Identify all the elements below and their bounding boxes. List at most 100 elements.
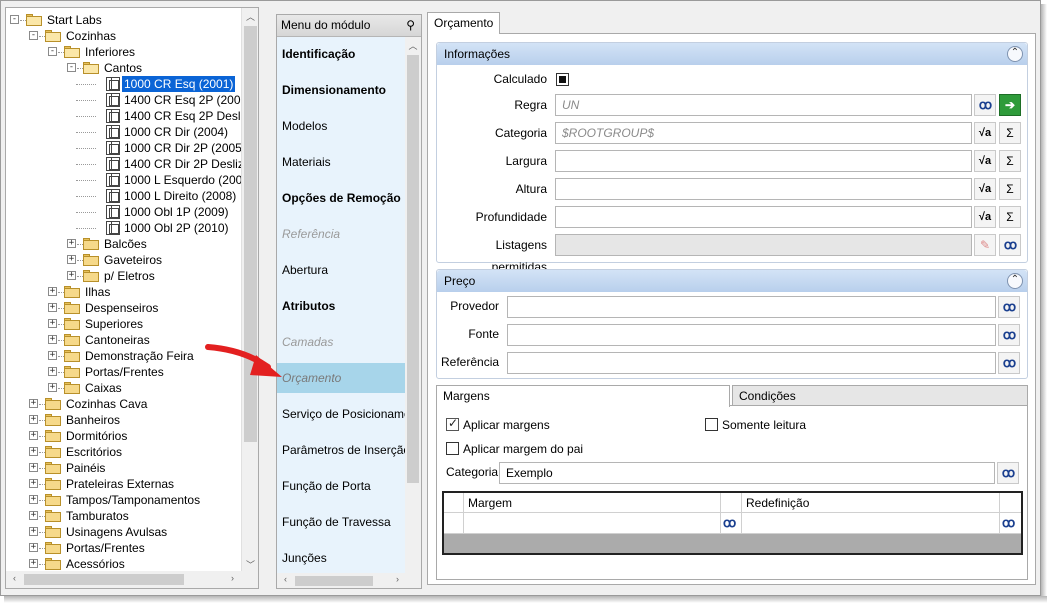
tree-vertical-scrollbar[interactable]: ︿ ﹀ [241,8,258,572]
menu-item[interactable]: Opções de Remoção [277,183,405,213]
tree-item-label[interactable]: 1400 CR Esq 2P Desliza [122,108,258,124]
tree-folder[interactable]: - Start Labs [6,12,242,28]
tab-margens[interactable]: Margens [436,385,730,407]
pin-icon[interactable]: ⚲ [406,15,415,36]
menu-item[interactable]: Função de Porta [277,471,405,501]
tree-item-label[interactable]: Tamburatos [64,508,131,524]
tree-item-label[interactable]: Start Labs [45,12,104,28]
provedor-field[interactable] [507,296,996,318]
referencia-field[interactable] [507,352,996,374]
formula-icon[interactable]: √a [974,122,996,144]
tab-orcamento[interactable]: Orçamento [427,12,501,34]
tree-item[interactable]: 1000 CR Dir 2P (2005) [6,140,246,156]
menu-vertical-scrollbar[interactable]: ︿ [405,37,421,573]
search-binoculars-icon[interactable]: ꝏ [974,94,996,116]
tree-item-label[interactable]: Cantos [102,60,144,76]
menu-item[interactable]: Modelos [277,111,405,141]
scroll-up-icon[interactable]: ︿ [405,39,421,52]
collapse-icon[interactable]: ⌃ [1007,46,1023,62]
fonte-field[interactable] [507,324,996,346]
scroll-left-icon[interactable]: ‹ [6,573,23,583]
expand-node-icon[interactable]: + [48,351,57,360]
tree-item-label[interactable]: Balcões [102,236,149,252]
tree-horizontal-scroll-thumb[interactable] [24,574,184,585]
tree-folder[interactable]: + Prateleiras Externas [6,476,242,492]
aplicar-margens-label[interactable]: Aplicar margens [463,418,550,432]
menu-item[interactable]: Orçamento [277,363,405,393]
expand-node-icon[interactable]: + [29,399,38,408]
tree-item-label[interactable]: 1000 CR Esq (2001) [122,76,236,92]
informacoes-header[interactable]: Informações ⌃ [437,43,1027,65]
menu-item[interactable]: Abertura [277,255,405,285]
tree-item-label[interactable]: Gaveteiros [102,252,164,268]
tree-item-label[interactable]: Cozinhas Cava [64,396,149,412]
tree-folder[interactable]: + Escritórios [6,444,242,460]
profundidade-field[interactable] [555,206,972,228]
formula-icon[interactable]: √a [974,178,996,200]
expand-node-icon[interactable]: + [29,495,38,504]
expand-node-icon[interactable]: + [29,431,38,440]
sigma-icon[interactable]: Σ [999,178,1021,200]
expand-node-icon[interactable]: + [48,367,57,376]
tree-folder[interactable]: + Tamburatos [6,508,242,524]
tree-folder[interactable]: + Balcões [6,236,242,252]
tree-item-label[interactable]: 1000 Obl 1P (2009) [122,204,231,220]
tree-folder[interactable]: - Cozinhas [6,28,242,44]
tree-folder[interactable]: + Acessórios [6,556,242,572]
scroll-left-icon[interactable]: ‹ [277,574,294,584]
tree-item-label[interactable]: Usinagens Avulsas [64,524,169,540]
expand-node-icon[interactable]: + [48,335,57,344]
expand-node-icon[interactable]: + [48,383,57,392]
menu-item[interactable]: Dimensionamento [277,75,405,105]
tree-item-label[interactable]: p/ Eletros [102,268,157,284]
tree-item[interactable]: 1000 L Esquerdo (2007) [6,172,253,188]
tree-item-label[interactable]: 1400 CR Esq 2P (2002) [122,92,253,108]
search-binoculars-icon[interactable]: ꝏ [999,234,1021,256]
search-binoculars-icon[interactable]: ꝏ [721,513,742,533]
tree-item[interactable]: 1000 CR Esq (2001) [6,76,242,92]
menu-item[interactable]: Função de Travessa [277,507,405,537]
search-binoculars-icon[interactable]: ꝏ [998,324,1020,346]
tree-folder[interactable]: + Cozinhas Cava [6,396,242,412]
expand-node-icon[interactable]: + [29,463,38,472]
tree-folder[interactable]: + Dormitórios [6,428,242,444]
tree-folder[interactable]: - Inferiores [6,44,242,60]
menu-item[interactable]: Parâmetros de Inserção [277,435,405,465]
margem-cell[interactable] [464,513,721,533]
tree-folder[interactable]: + Caixas [6,380,242,396]
col-redefinicao-header[interactable]: Redefinição [742,493,1000,512]
tree-item-label[interactable]: 1000 Obl 2P (2010) [122,220,231,236]
tree-item-label[interactable]: 1000 CR Dir (2004) [122,124,230,140]
collapse-node-icon[interactable]: - [48,47,57,56]
formula-icon[interactable]: √a [974,206,996,228]
collapse-node-icon[interactable]: - [67,63,76,72]
tree-folder[interactable]: + Tampos/Tamponamentos [6,492,242,508]
collapse-node-icon[interactable]: - [29,31,38,40]
tree-item-label[interactable]: Inferiores [83,44,137,60]
tree-item-label[interactable]: Portas/Frentes [83,364,166,380]
scroll-right-icon[interactable]: › [224,573,241,583]
search-binoculars-icon[interactable]: ꝏ [998,296,1020,318]
tree-folder[interactable]: + Ilhas [6,284,242,300]
tree-item[interactable]: 1000 CR Dir (2004) [6,124,242,140]
somente-leitura-checkbox[interactable] [705,418,718,431]
menu-item[interactable]: Camadas [277,327,405,357]
tree-item-label[interactable]: Tampos/Tamponamentos [64,492,202,508]
tree-folder[interactable]: + Banheiros [6,412,242,428]
tree-item-label[interactable]: 1000 CR Dir 2P (2005) [122,140,248,156]
tree-item-label[interactable]: Acessórios [64,556,127,572]
tree-folder[interactable]: + Superiores [6,316,242,332]
expand-node-icon[interactable]: + [48,303,57,312]
expand-node-icon[interactable]: + [29,447,38,456]
expand-node-icon[interactable]: + [29,543,38,552]
menu-item[interactable]: Atributos [277,291,405,321]
collapse-icon[interactable]: ⌃ [1007,273,1023,289]
somente-leitura-label[interactable]: Somente leitura [722,418,806,432]
tree-item-label[interactable]: Cozinhas [64,28,118,44]
menu-vertical-scroll-thumb[interactable] [407,55,419,483]
menu-item[interactable]: Serviço de Posicionamento [277,399,405,429]
aplicar-margens-checkbox[interactable] [446,416,459,431]
expand-node-icon[interactable]: + [29,415,38,424]
expand-node-icon[interactable]: + [67,271,76,280]
tree-item-label[interactable]: 1000 L Direito (2008) [122,188,238,204]
